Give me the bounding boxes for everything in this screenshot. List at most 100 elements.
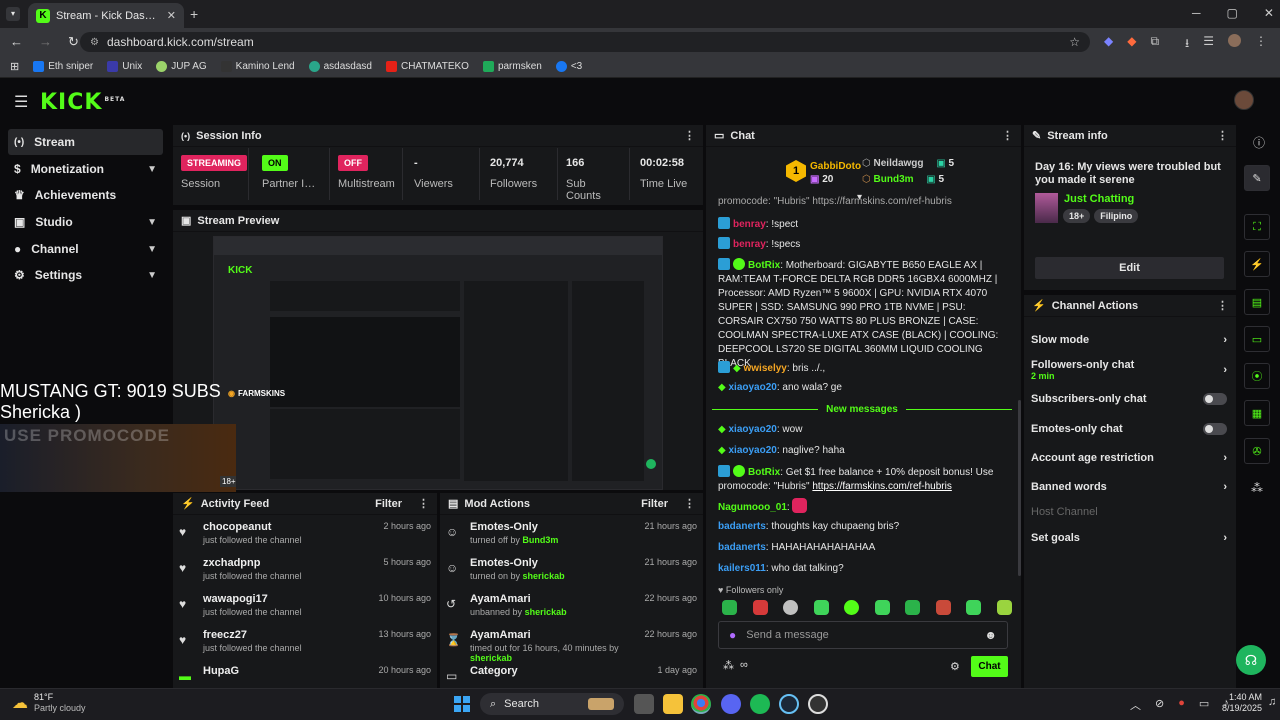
activity-user[interactable]: HupaG: [203, 665, 239, 677]
bookmark-kamino[interactable]: Kamino Lend: [220, 61, 295, 72]
chat-username[interactable]: Nagumooo_01: [718, 502, 787, 513]
chat-settings-icon[interactable]: ⚙: [950, 660, 960, 673]
mod-action-name[interactable]: AyamAmari: [470, 629, 634, 641]
emote-icon[interactable]: [966, 600, 982, 615]
mod-user[interactable]: sherickab: [525, 607, 567, 617]
mod-user[interactable]: sherickab: [470, 653, 512, 663]
back-icon[interactable]: ←: [10, 34, 23, 50]
bookmark-asdasdasd[interactable]: asdasdasd: [308, 61, 372, 72]
tag[interactable]: 18+: [1063, 209, 1091, 223]
minimize-icon[interactable]: ─: [1192, 6, 1201, 20]
activity-user[interactable]: freecz27: [203, 629, 302, 641]
bookmark-jup[interactable]: JUP AG: [156, 61, 207, 72]
filter-button[interactable]: Filter: [375, 498, 402, 510]
chat-icon[interactable]: ▭: [1244, 326, 1270, 352]
more-icon[interactable]: ⋮: [684, 497, 695, 510]
more-icon[interactable]: ⋮: [1217, 129, 1228, 142]
nav-achievements[interactable]: ♛ Achievements: [8, 182, 163, 208]
clipboard-icon[interactable]: ▤: [1244, 289, 1270, 315]
banned-words-row[interactable]: Banned words ›: [1031, 476, 1227, 498]
chat-username[interactable]: wwiselyy: [743, 363, 786, 374]
chat-link[interactable]: https://farmskins.com/ref-hubris: [812, 481, 951, 492]
chrome-icon[interactable]: [691, 694, 711, 714]
emote-icon[interactable]: [935, 600, 951, 615]
fox-extension-icon[interactable]: ◆: [1127, 34, 1136, 55]
filter-button[interactable]: Filter: [641, 498, 668, 510]
bookmark-parmsken[interactable]: parmsken: [482, 61, 542, 72]
top-gifter-1[interactable]: GabbiDoto ▣ 20: [810, 160, 861, 186]
support-headset-icon[interactable]: ☊: [1236, 645, 1266, 675]
more-icon[interactable]: ⋮: [684, 129, 695, 142]
chat-username[interactable]: xiaoyao20: [728, 382, 776, 393]
chat-username[interactable]: xiaoyao20: [728, 445, 776, 456]
url-bar[interactable]: ⚙ dashboard.kick.com/stream ☆: [80, 32, 1090, 52]
spotify-icon[interactable]: [750, 694, 770, 714]
close-window-icon[interactable]: ✕: [1264, 6, 1274, 20]
forward-icon[interactable]: →: [39, 34, 52, 50]
tab-list-icon[interactable]: ▾: [6, 7, 20, 21]
microphone-icon[interactable]: ●: [729, 628, 736, 642]
puzzle-icon[interactable]: ⧉: [1150, 34, 1159, 55]
stream-video[interactable]: KICK: [213, 236, 663, 490]
chat-username[interactable]: benray: [733, 239, 766, 250]
mod-user[interactable]: sherickab: [523, 571, 565, 581]
chat-username[interactable]: benray: [733, 219, 766, 230]
bookmark-heart[interactable]: <3: [555, 61, 582, 72]
site-info-icon[interactable]: ⚙: [90, 37, 99, 48]
nav-monetization[interactable]: $ Monetization ▼: [8, 156, 163, 182]
send-chat-button[interactable]: Chat: [971, 656, 1008, 677]
wrench-icon[interactable]: ✇: [1244, 438, 1270, 464]
emote-icon[interactable]: [905, 600, 921, 615]
chat-username[interactable]: BotRix: [748, 467, 780, 478]
emote-icon[interactable]: [844, 600, 860, 615]
chat-username[interactable]: kailers011: [718, 563, 766, 574]
edit-button[interactable]: Edit: [1035, 257, 1224, 279]
network-off-icon[interactable]: ⊘: [1155, 697, 1164, 713]
emotes-only-toggle[interactable]: [1203, 423, 1227, 435]
extension-icon[interactable]: ◆: [1104, 34, 1113, 55]
category-link[interactable]: Just Chatting: [1064, 193, 1134, 205]
microphone-tray-icon[interactable]: ●: [1178, 697, 1185, 713]
chat-username[interactable]: BotRix: [748, 260, 780, 271]
notification-bell-icon[interactable]: ♫: [1268, 696, 1276, 708]
browser-tab[interactable]: K Stream - Kick Dashboard ✕: [28, 3, 184, 28]
nav-studio[interactable]: ▣ Studio ▼: [8, 209, 163, 235]
emote-icon[interactable]: [813, 600, 829, 615]
chat-username[interactable]: xiaoyao20: [728, 424, 776, 435]
edit-icon[interactable]: ✎: [1244, 165, 1270, 191]
people-icon[interactable]: ⁂: [1251, 481, 1263, 495]
new-tab-icon[interactable]: +: [190, 6, 198, 22]
steam-icon[interactable]: [779, 694, 799, 714]
more-icon[interactable]: ⋮: [1002, 129, 1013, 142]
obs-icon[interactable]: [808, 694, 828, 714]
activity-user[interactable]: chocopeanut: [203, 521, 302, 533]
browser-menu-icon[interactable]: ⋮: [1255, 34, 1267, 55]
bookmark-star-icon[interactable]: ☆: [1069, 35, 1080, 49]
emote-icon[interactable]: [996, 600, 1012, 615]
kick-logo[interactable]: KICK BETA: [40, 90, 125, 115]
file-explorer-icon[interactable]: [663, 694, 683, 714]
lightning-icon[interactable]: ⚡: [1244, 251, 1270, 277]
task-view-icon[interactable]: [634, 694, 654, 714]
slow-mode-row[interactable]: Slow mode ›: [1031, 329, 1227, 351]
user-avatar[interactable]: [1234, 90, 1254, 110]
reload-icon[interactable]: ↻: [68, 34, 79, 50]
discord-icon[interactable]: [721, 694, 741, 714]
tag[interactable]: Filipino: [1094, 209, 1139, 223]
emote-icon[interactable]: [722, 600, 737, 615]
taskbar-search[interactable]: ⌕ Search: [480, 693, 624, 715]
mod-user[interactable]: Bund3m: [522, 535, 558, 545]
fullscreen-icon[interactable]: ⛶: [1244, 214, 1270, 240]
chat-username[interactable]: badanerts: [718, 542, 766, 553]
top-gifter-3[interactable]: ⬡ Bund3m ▣ 5: [862, 173, 944, 186]
maximize-icon[interactable]: ▢: [1227, 6, 1238, 20]
info-icon[interactable]: ⓘ: [1253, 134, 1265, 151]
top-gifter-2[interactable]: ⬡ Neildawgg ▣ 5: [862, 157, 954, 170]
nav-settings[interactable]: ⚙ Settings ▼: [8, 262, 163, 288]
hamburger-menu-icon[interactable]: ☰: [14, 92, 28, 112]
emote-icon[interactable]: [874, 600, 890, 615]
more-icon[interactable]: ⋮: [418, 497, 429, 510]
windows-start-icon[interactable]: [452, 694, 472, 714]
nav-stream[interactable]: (•) Stream: [8, 129, 163, 155]
tab-close-icon[interactable]: ✕: [167, 9, 176, 22]
